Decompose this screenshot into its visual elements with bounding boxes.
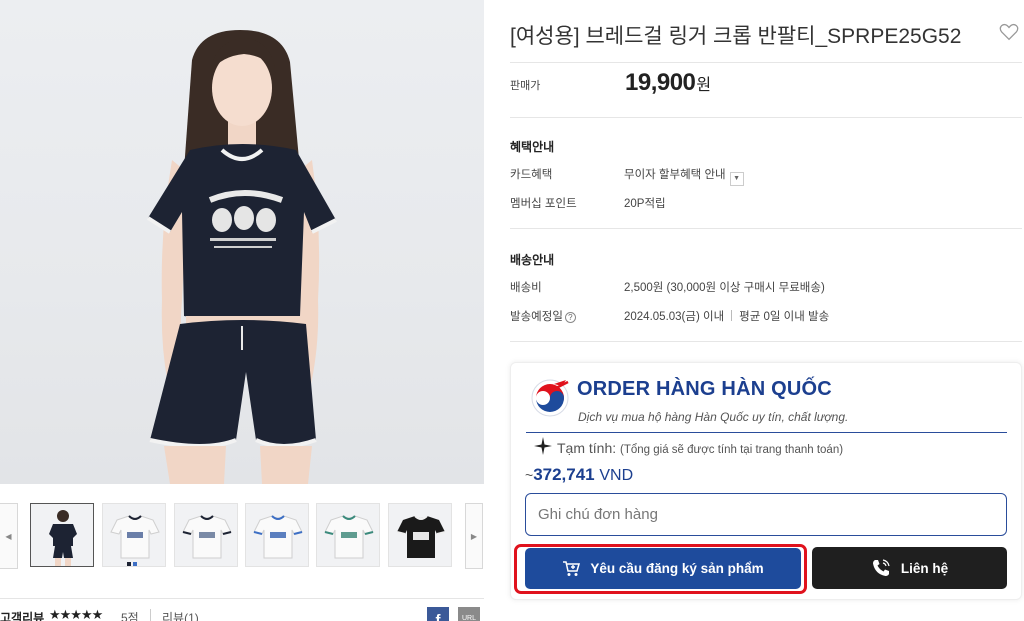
points-value: 20P적립 [624,198,666,210]
review-bar: 고객리뷰 ★★★★★ 5점 리뷰(1) f URL [0,598,484,621]
review-count-link[interactable]: 리뷰(1) [162,609,199,621]
chevron-down-icon[interactable]: ▼ [729,172,744,186]
review-label: 고객리뷰 [0,611,45,621]
ship-date-label: 발송예정일? [510,308,576,324]
estimate-note: (Tổng giá sẽ được tính tại trang thanh t… [620,444,844,456]
estimate-price: ~372,741 VND [525,465,633,485]
help-icon[interactable]: ? [564,312,576,323]
price-row: 판매가 19,900원 [510,62,1022,118]
contact-button[interactable]: Liên hệ [812,547,1007,589]
ship-date-text: 2024.05.03(금) 이내 [624,311,725,323]
price-unit: 원 [696,77,711,94]
points-label: 멤버십 포인트 [510,198,577,210]
thumb-prev-button[interactable]: ◀ [0,503,18,569]
thumb-next-button[interactable]: ▶ [465,503,483,569]
register-product-button[interactable]: Yêu cầu đăng ký sản phẩm [525,548,801,589]
register-button-label: Yêu cầu đăng ký sản phẩm [590,561,764,576]
thumbnail-6[interactable] [388,503,452,567]
order-note-input[interactable] [525,493,1007,536]
facebook-share-icon[interactable]: f [427,607,449,621]
order-brand-title: ORDER HÀNG HÀN QUỐC [577,378,832,400]
divider [526,432,1007,433]
estimate-label-text: Tạm tính: [557,440,617,456]
ship-average-text: 평균 0일 이내 발송 [739,311,830,323]
order-korea-logo-icon [531,379,569,417]
thumbnail-3[interactable] [174,503,238,567]
benefits-heading: 혜택안내 [510,140,555,154]
ship-date-value: 2024.05.03(금) 이내 평균 0일 이내 발송 [624,308,829,324]
price-label: 판매가 [510,80,541,92]
chevron-left-icon: ◀ [5,531,12,541]
shipping-fee-value: 2,500원 (30,000원 이상 구매시 무료배송) [624,282,825,294]
thumbnail-2[interactable] [102,503,166,567]
shipping-fee-label: 배송비 [510,282,542,294]
estimate-currency: VND [599,467,634,484]
thumbnail-strip: ◀ ▶ [0,503,484,569]
cart-add-icon [563,560,581,576]
contact-button-label: Liên hệ [900,560,949,576]
phone-icon [872,559,890,576]
price-value: 19,900원 [625,69,711,97]
estimate-amount: 372,741 [533,465,595,484]
sparkle-icon [534,437,552,455]
estimate-label: Tạm tính: (Tổng giá sẽ được tính tại tra… [557,440,843,456]
price-amount: 19,900 [625,69,696,96]
card-benefit-value: 무이자 할부혜택 안내 ▼ [624,166,744,186]
chevron-right-icon: ▶ [470,531,478,541]
review-score: 5점 [121,611,139,621]
url-copy-icon[interactable]: URL [458,607,480,621]
thumbnail-4[interactable] [245,503,309,567]
heart-icon[interactable] [998,21,1020,43]
card-benefit-text: 무이자 할부혜택 안내 [624,169,726,181]
divider [510,228,1022,229]
divider [510,341,1022,342]
card-benefit-label: 카드혜택 [510,169,553,181]
estimate-prefix: ~ [525,467,534,483]
product-main-image[interactable] [0,0,484,484]
product-title: [여성용] 브레드걸 링거 크롭 반팔티_SPRPE25G52 [510,25,962,48]
divider [510,117,1022,118]
ship-date-label-text: 발송예정일 [510,311,563,323]
shipping-heading: 배송안내 [510,253,555,267]
divider [731,310,733,321]
thumbnail-5[interactable] [316,503,380,567]
divider [150,609,151,621]
rating-stars-icon: ★★★★★ [49,607,103,621]
order-tagline: Dịch vụ mua hộ hàng Hàn Quốc uy tín, chấ… [578,410,849,424]
thumbnail-1[interactable] [30,503,94,567]
model-photo [146,30,337,484]
